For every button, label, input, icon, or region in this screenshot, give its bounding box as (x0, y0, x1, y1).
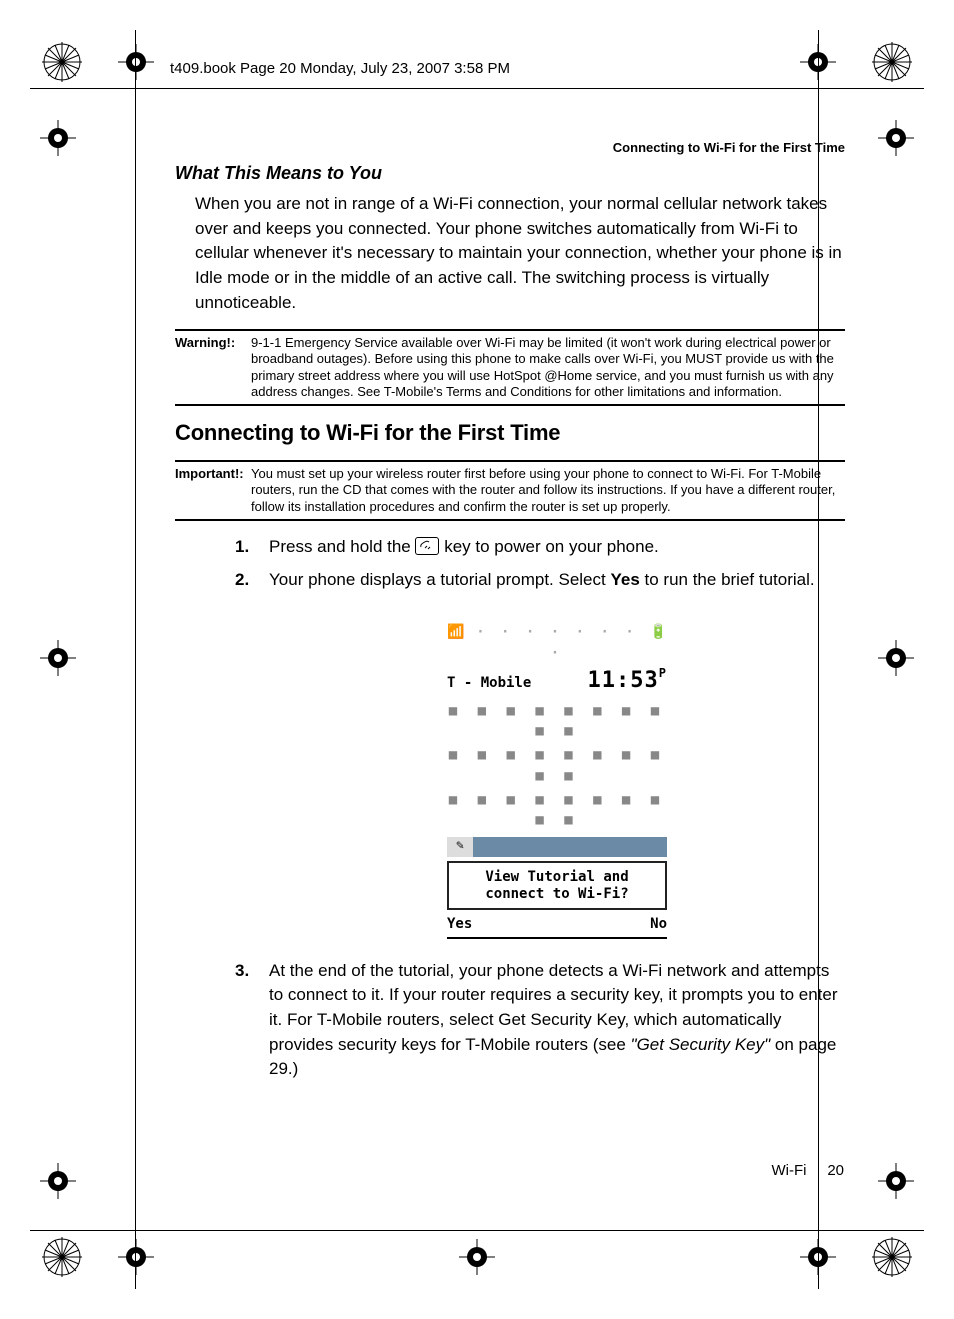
softkey-no[interactable]: No (650, 914, 667, 934)
page-footer: Wi-Fi 20 (771, 1162, 844, 1179)
warning-block: Warning!: 9-1-1 Emergency Service availa… (175, 329, 845, 406)
reg-cross-icon (40, 640, 76, 676)
step-1: Press and hold the key to power on your … (235, 535, 845, 560)
step-2a: Your phone displays a tutorial prompt. S… (269, 570, 610, 589)
phone-screenshot: 📶 · · · · · · · · 🔋 T - Mobile 11:53P ■ … (447, 622, 667, 938)
important-label: Important!: (175, 466, 247, 482)
subheading-what-this-means: What This Means to You (175, 163, 845, 184)
crop-mark-tl (40, 40, 84, 84)
frame-header: t409.book Page 20 Monday, July 23, 2007 … (170, 60, 510, 77)
step-3-xref: "Get Security Key" (631, 1035, 771, 1054)
crop-line (30, 88, 924, 89)
crop-mark-br (870, 1235, 914, 1279)
important-block: Important!: You must set up your wireles… (175, 460, 845, 521)
reg-cross-icon (878, 1163, 914, 1199)
footer-page: 20 (827, 1162, 844, 1179)
end-key-icon (415, 537, 439, 555)
softkey-yes[interactable]: Yes (447, 914, 472, 934)
clock: 11:53P (588, 665, 667, 697)
important-text: You must set up your wireless router fir… (251, 466, 845, 515)
step-2-yes: Yes (610, 570, 639, 589)
reg-cross-icon (40, 1163, 76, 1199)
wallpaper-row: ■ ■ ■ ■ ■ ■ ■ ■ ■ ■ (447, 790, 667, 831)
carrier-label: T - Mobile (447, 673, 531, 693)
pen-icon: ✎ (447, 837, 473, 857)
para-what-this-means: When you are not in range of a Wi-Fi con… (195, 192, 845, 315)
heading-connecting: Connecting to Wi-Fi for the First Time (175, 420, 845, 446)
reg-cross-icon (40, 120, 76, 156)
tutorial-prompt: View Tutorial and connect to Wi-Fi? (447, 861, 667, 911)
footer-section: Wi-Fi (771, 1162, 806, 1179)
wallpaper-row: ■ ■ ■ ■ ■ ■ ■ ■ ■ ■ (447, 701, 667, 742)
wallpaper-row: ■ ■ ■ ■ ■ ■ ■ ■ ■ ■ (447, 745, 667, 786)
step-2b: to run the brief tutorial. (645, 570, 815, 589)
crop-mark-bl (40, 1235, 84, 1279)
warning-label: Warning!: (175, 335, 247, 351)
step-list: Press and hold the key to power on your … (235, 535, 845, 1082)
reg-cross-icon (118, 44, 154, 80)
crop-line (135, 30, 136, 1289)
reg-cross-icon (459, 1239, 495, 1275)
crop-line (30, 1230, 924, 1231)
crop-mark-tr (870, 40, 914, 84)
step-1a: Press and hold the (269, 537, 415, 556)
reg-cross-icon (118, 1239, 154, 1275)
phone-toolbar: ✎ (447, 837, 667, 857)
signal-icon: 📶 (447, 622, 464, 663)
step-1b: key to power on your phone. (444, 537, 659, 556)
step-3: At the end of the tutorial, your phone d… (235, 959, 845, 1082)
running-head: Connecting to Wi-Fi for the First Time (175, 140, 845, 155)
battery-icon: 🔋 (650, 622, 667, 663)
status-dots: · · · · · · · · (464, 622, 649, 663)
reg-cross-icon (878, 120, 914, 156)
reg-cross-icon (878, 640, 914, 676)
step-2: Your phone displays a tutorial prompt. S… (235, 568, 845, 939)
warning-text: 9-1-1 Emergency Service available over W… (251, 335, 845, 400)
